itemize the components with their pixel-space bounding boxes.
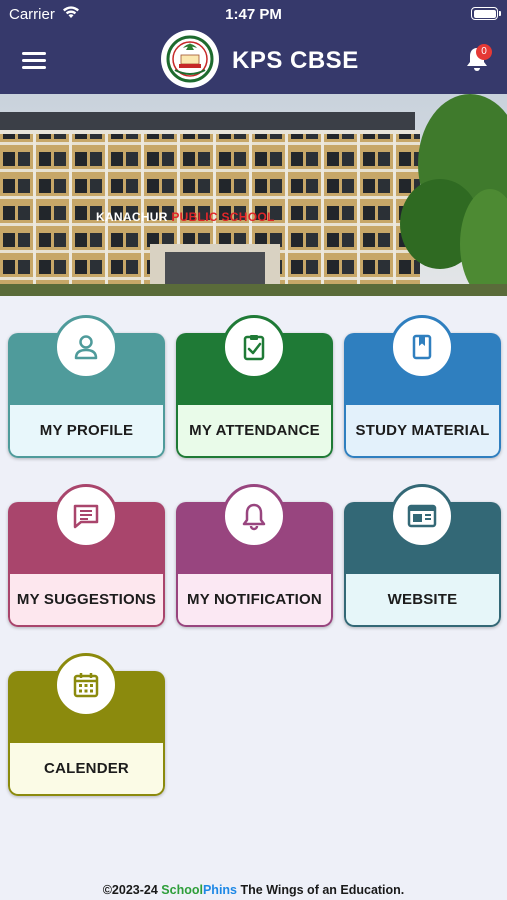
school-banner-image: KANACHUR PUBLIC SCHOOL bbox=[0, 94, 507, 296]
person-icon bbox=[54, 315, 118, 379]
tile-label: MY ATTENDANCE bbox=[189, 422, 320, 439]
tile-label: MY PROFILE bbox=[39, 422, 134, 439]
notification-count-badge: 0 bbox=[476, 44, 492, 60]
calendar-icon bbox=[54, 653, 118, 717]
tile-label: MY NOTIFICATION bbox=[187, 591, 322, 608]
book-icon bbox=[390, 315, 454, 379]
footer-brand-school: School bbox=[161, 883, 203, 897]
app-title: KPS CBSE bbox=[232, 47, 359, 74]
footer-copyright: ©2023-24 bbox=[102, 883, 158, 897]
browser-icon bbox=[390, 484, 454, 548]
footer-brand-phins: Phins bbox=[202, 883, 238, 897]
footer-tagline: The Wings of an Education. bbox=[240, 883, 405, 897]
hamburger-menu-icon[interactable] bbox=[22, 50, 48, 70]
status-bar: Carrier 1:47 PM bbox=[0, 0, 507, 28]
school-logo bbox=[161, 30, 219, 88]
status-time: 1:47 PM bbox=[225, 6, 282, 23]
battery-icon bbox=[471, 7, 501, 20]
tile-label: MY SUGGESTIONS bbox=[16, 591, 157, 608]
bell-icon bbox=[222, 484, 286, 548]
school-name-sign: KANACHUR PUBLIC SCHOOL bbox=[96, 210, 275, 224]
clipboard-check-icon bbox=[222, 315, 286, 379]
tile-label: STUDY MATERIAL bbox=[355, 422, 490, 439]
app-header: Carrier 1:47 PM KPS CBSE 0 bbox=[0, 0, 507, 94]
tile-label: WEBSITE bbox=[387, 591, 458, 608]
footer: ©2023-24 SchoolPhins The Wings of an Edu… bbox=[0, 883, 507, 897]
tile-label: CALENDER bbox=[44, 760, 129, 777]
chat-icon bbox=[54, 484, 118, 548]
